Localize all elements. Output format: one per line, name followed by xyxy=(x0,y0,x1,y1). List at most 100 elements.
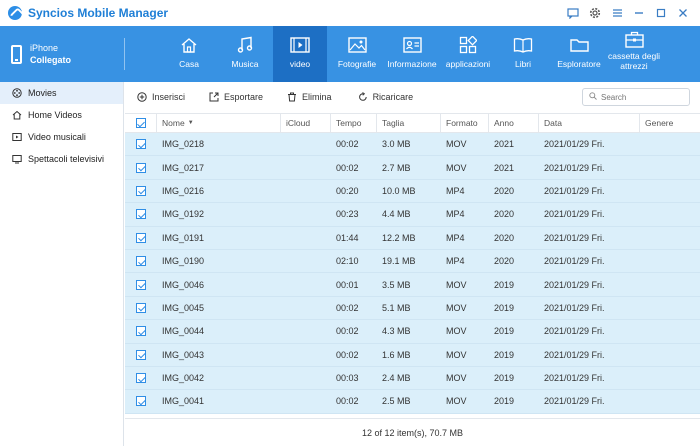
cell-date: 2021/01/29 Fri. xyxy=(544,279,605,290)
insert-button[interactable]: Inserisci xyxy=(137,87,185,107)
toolbox-icon xyxy=(624,30,644,48)
table-row[interactable]: IMG_0046 00:01 3.5 MB MOV 2019 2021/01/2… xyxy=(125,273,700,297)
table-row[interactable]: IMG_0216 00:20 10.0 MB MP4 2020 2021/01/… xyxy=(125,179,700,204)
feedback-icon[interactable] xyxy=(562,3,584,23)
insert-label: Inserisci xyxy=(152,92,186,102)
cell-format: MOV xyxy=(446,139,467,150)
settings-gear-icon[interactable] xyxy=(584,3,606,23)
checkbox-checked xyxy=(136,256,146,267)
nav-item-casa[interactable]: Casa xyxy=(162,26,216,82)
sidebar-item-spettacoli-televisivi[interactable]: Spettacoli televisivi xyxy=(0,148,123,170)
cell-format: MP4 xyxy=(446,209,465,220)
table-row[interactable]: IMG_0041 00:02 2.5 MB MOV 2019 2021/01/2… xyxy=(125,390,700,414)
nav-label: Libri xyxy=(514,59,532,69)
sidebar-item-label: Movies xyxy=(28,88,57,98)
column-header-size[interactable]: Taglia xyxy=(377,113,441,133)
table-row[interactable]: IMG_0045 00:02 5.1 MB MOV 2019 2021/01/2… xyxy=(125,296,700,321)
column-header-format[interactable]: Formato xyxy=(441,113,489,133)
toolbar: Inserisci Esportare Elimina Ricaricare xyxy=(125,82,700,112)
maximize-icon[interactable] xyxy=(650,3,672,23)
nav-item-video[interactable]: video xyxy=(273,26,327,82)
cell-size: 3.5 MB xyxy=(382,279,411,290)
cell-year: 2019 xyxy=(494,279,515,290)
search-input[interactable] xyxy=(601,92,687,102)
column-label: Data xyxy=(544,118,562,128)
table-row[interactable]: IMG_0191 01:44 12.2 MB MP4 2020 2021/01/… xyxy=(125,226,700,250)
cell-icloud xyxy=(281,367,331,389)
column-header-genre[interactable]: Genere xyxy=(640,113,700,133)
home-video-icon xyxy=(12,110,22,120)
cell-year: 2019 xyxy=(494,373,515,384)
nav-item-esploratore[interactable]: Esploratore xyxy=(553,26,605,82)
table-row[interactable]: IMG_0044 00:02 4.3 MB MOV 2019 2021/01/2… xyxy=(125,320,700,344)
cell-format: MOV xyxy=(446,373,467,384)
search-box[interactable] xyxy=(582,88,690,106)
table-row[interactable]: IMG_0042 00:03 2.4 MB MOV 2019 2021/01/2… xyxy=(125,366,700,391)
row-checkbox[interactable] xyxy=(125,133,157,155)
reload-button[interactable]: Ricaricare xyxy=(358,87,413,107)
trash-icon xyxy=(287,92,297,102)
nav-item-fotografie[interactable]: Fotografie xyxy=(331,26,383,82)
table-header: Nome ▼ iCloud Tempo Taglia Formato Anno … xyxy=(125,113,700,133)
row-checkbox[interactable] xyxy=(125,297,157,319)
sidebar-item-movies[interactable]: Movies xyxy=(0,82,123,104)
cell-time: 00:02 xyxy=(336,396,359,407)
nav-item-musica[interactable]: Musica xyxy=(218,26,272,82)
nav-label: applicazioni xyxy=(445,59,491,69)
column-header-year[interactable]: Anno xyxy=(489,113,539,133)
table-row[interactable]: IMG_0218 00:02 3.0 MB MOV 2021 2021/01/2… xyxy=(125,133,700,157)
cell-icloud xyxy=(281,227,331,249)
nav-item-applicazioni[interactable]: applicazioni xyxy=(442,26,494,82)
row-checkbox[interactable] xyxy=(125,156,157,178)
row-checkbox[interactable] xyxy=(125,180,157,202)
minimize-icon[interactable] xyxy=(628,3,650,23)
cell-name: IMG_0045 xyxy=(162,302,205,313)
cell-icloud xyxy=(281,203,331,225)
cell-time: 00:03 xyxy=(336,373,359,384)
app-logo-icon xyxy=(8,6,22,20)
cell-genre xyxy=(640,320,700,342)
cell-time: 00:20 xyxy=(336,185,359,196)
row-checkbox[interactable] xyxy=(125,203,157,225)
cell-genre xyxy=(640,203,700,225)
cell-icloud xyxy=(281,156,331,178)
export-label: Esportare xyxy=(224,92,264,102)
menu-icon[interactable] xyxy=(606,3,628,23)
column-header-icloud[interactable]: iCloud xyxy=(281,113,331,133)
sidebar-item-video-musicali[interactable]: Video musicali xyxy=(0,126,123,148)
video-icon xyxy=(290,36,310,54)
nav-item-informazione[interactable]: Informazione xyxy=(384,26,440,82)
sidebar-item-home-videos[interactable]: Home Videos xyxy=(0,104,123,126)
row-checkbox[interactable] xyxy=(125,227,157,249)
nav-item-libri[interactable]: Libri xyxy=(500,26,546,82)
checkbox-checked xyxy=(136,162,146,173)
table-row[interactable]: IMG_0043 00:02 1.6 MB MOV 2019 2021/01/2… xyxy=(125,343,700,367)
film-reel-icon xyxy=(12,88,22,98)
column-label: Genere xyxy=(645,118,674,128)
row-checkbox[interactable] xyxy=(125,250,157,272)
nav-label: video xyxy=(289,59,311,69)
table-row[interactable]: IMG_0192 00:23 4.4 MB MP4 2020 2021/01/2… xyxy=(125,203,700,227)
export-icon xyxy=(209,92,219,102)
cell-date: 2021/01/29 Fri. xyxy=(544,302,605,313)
row-checkbox[interactable] xyxy=(125,344,157,366)
column-header-time[interactable]: Tempo xyxy=(331,113,377,133)
column-label: Taglia xyxy=(382,118,405,128)
nav-item-cassetta-degli-attrezzi[interactable]: cassetta degli attrezzi xyxy=(606,26,662,82)
select-all-checkbox[interactable] xyxy=(125,113,157,133)
row-checkbox[interactable] xyxy=(125,390,157,412)
table-row[interactable]: IMG_0190 02:10 19.1 MB MP4 2020 2021/01/… xyxy=(125,249,700,274)
row-checkbox[interactable] xyxy=(125,320,157,342)
item-count-summary: 12 of 12 item(s), 70.7 MB xyxy=(361,427,464,438)
row-checkbox[interactable] xyxy=(125,367,157,389)
column-header-date[interactable]: Data xyxy=(539,113,640,133)
video-table: Nome ▼ iCloud Tempo Taglia Formato Anno … xyxy=(125,113,700,414)
device-panel[interactable]: iPhone Collegato xyxy=(0,26,124,82)
table-row[interactable]: IMG_0217 00:02 2.7 MB MOV 2021 2021/01/2… xyxy=(125,156,700,180)
export-button[interactable]: Esportare xyxy=(209,87,263,107)
close-icon[interactable] xyxy=(672,3,694,23)
cell-genre xyxy=(640,297,700,319)
column-header-name[interactable]: Nome ▼ xyxy=(157,113,281,133)
row-checkbox[interactable] xyxy=(125,273,157,295)
delete-button[interactable]: Elimina xyxy=(287,87,332,107)
